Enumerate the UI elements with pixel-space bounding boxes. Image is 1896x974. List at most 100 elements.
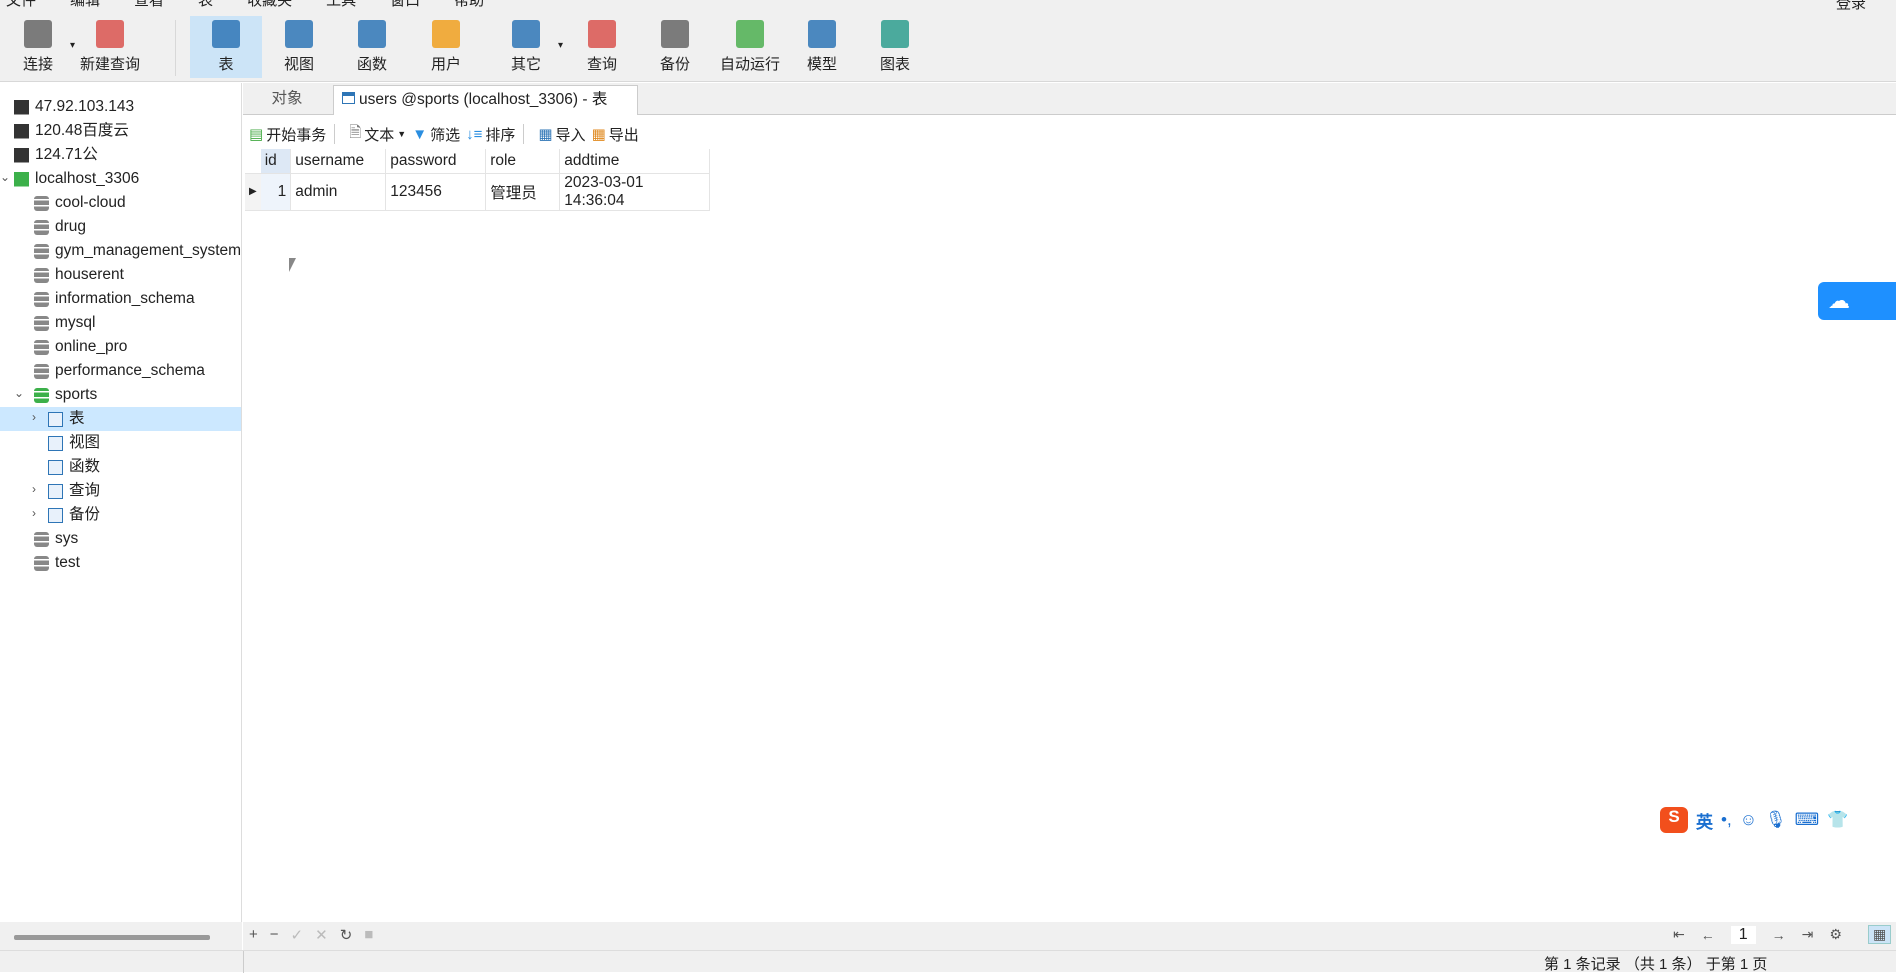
- apply-icon[interactable]: ✓: [291, 926, 304, 944]
- toolbar-button-function[interactable]: 函数: [336, 16, 408, 78]
- toolbar-button-new-query[interactable]: 新建查询: [74, 16, 146, 78]
- filter-button[interactable]: ▼ 筛选: [412, 124, 460, 145]
- tree-item[interactable]: sports: [34, 383, 97, 407]
- menu-item[interactable]: 查看: [128, 0, 192, 10]
- column-header-username[interactable]: username: [290, 149, 387, 174]
- chevron-down-icon[interactable]: ⌄: [0, 170, 10, 184]
- sidebar-scrollbar[interactable]: [0, 922, 242, 950]
- chevron-right-icon[interactable]: ›: [32, 506, 36, 520]
- table-toolbar: ▤ 开始事务 🗎 文本 ▼ ▼ 筛选 ↓≡ 排序 ▦ 导入 ▦ 导出: [243, 119, 1896, 149]
- cell-password[interactable]: 123456: [385, 173, 487, 211]
- tree-item[interactable]: localhost_3306: [14, 167, 139, 191]
- toolbar-button-tools[interactable]: 其它: [490, 16, 562, 78]
- refresh-icon[interactable]: ↻: [340, 926, 353, 944]
- settings-icon[interactable]: ⚙: [1829, 926, 1842, 943]
- tables-icon: [48, 411, 63, 427]
- tree-item[interactable]: houserent: [34, 263, 124, 287]
- chevron-down-icon[interactable]: ⌄: [14, 386, 24, 400]
- tree-item[interactable]: test: [34, 551, 80, 575]
- table-icon: [342, 92, 355, 104]
- dropdown-arrow-icon[interactable]: ▾: [558, 40, 563, 51]
- skin-icon[interactable]: 👕: [1827, 810, 1848, 830]
- toolbar-button-model[interactable]: 模型: [786, 16, 858, 78]
- column-header-id[interactable]: id: [260, 149, 292, 174]
- page-input[interactable]: 1: [1730, 925, 1756, 944]
- tab-users-table[interactable]: users @sports (localhost_3306) - 表: [333, 85, 638, 115]
- menu-item[interactable]: 收藏夹: [241, 0, 320, 10]
- menu-item[interactable]: 文件: [0, 0, 64, 10]
- tree-item[interactable]: 47.92.103.143: [14, 95, 134, 119]
- tree-item[interactable]: 124.71公: [14, 143, 98, 167]
- toolbar-button-view[interactable]: 视图: [263, 16, 335, 78]
- toolbar-button-table[interactable]: 表: [190, 16, 262, 78]
- tree-item[interactable]: online_pro: [34, 335, 127, 359]
- cancel-icon[interactable]: ✕: [315, 926, 328, 944]
- toolbar-button-query[interactable]: 查询: [566, 16, 638, 78]
- next-page-icon[interactable]: →: [1772, 927, 1786, 943]
- cell-role[interactable]: 管理员: [485, 173, 561, 211]
- tree-item[interactable]: drug: [34, 215, 86, 239]
- microphone-icon[interactable]: 🎙: [1765, 810, 1787, 830]
- row-indicator-header: [245, 149, 261, 174]
- sort-icon: ↓≡: [466, 125, 483, 143]
- punctuation-icon[interactable]: •,: [1721, 810, 1732, 830]
- cell-id[interactable]: 1: [260, 173, 292, 211]
- tree-item[interactable]: cool-cloud: [34, 191, 126, 215]
- db-icon: [34, 291, 49, 307]
- menu-item[interactable]: 编辑: [64, 0, 128, 10]
- delete-record-icon[interactable]: −: [270, 926, 279, 944]
- ime-language[interactable]: 英: [1696, 808, 1713, 833]
- chevron-right-icon[interactable]: ›: [32, 482, 36, 496]
- cell-username[interactable]: admin: [290, 173, 387, 211]
- emoji-icon[interactable]: ☺: [1740, 810, 1757, 830]
- table-row[interactable]: ▶ 1 admin 123456 管理员 2023-03-01 14:36:04: [245, 173, 711, 211]
- text-button[interactable]: 🗎 文本 ▼: [349, 122, 406, 147]
- tab-objects[interactable]: 对象: [243, 85, 331, 115]
- column-header-role[interactable]: role: [485, 149, 561, 174]
- sort-button[interactable]: ↓≡ 排序: [466, 124, 515, 145]
- menu-item[interactable]: 窗口: [384, 0, 448, 10]
- db-icon: [34, 267, 49, 283]
- toolbar-button-connect[interactable]: 连接: [2, 16, 74, 78]
- db-icon: [34, 315, 49, 331]
- chevron-right-icon[interactable]: ›: [32, 410, 36, 424]
- grid-view-icon[interactable]: ▦: [1867, 925, 1892, 944]
- db-icon: [34, 195, 49, 211]
- import-button[interactable]: ▦ 导入: [538, 124, 585, 145]
- view-icon: [285, 20, 313, 48]
- tree-item[interactable]: 表: [0, 407, 241, 431]
- first-page-icon[interactable]: ⇤: [1673, 926, 1685, 943]
- toolbar-button-chart[interactable]: 图表: [859, 16, 931, 78]
- current-row-indicator-icon: ▶: [245, 173, 261, 211]
- toolbar-button-schedule[interactable]: 自动运行: [714, 16, 786, 78]
- toolbar-button-backup[interactable]: 备份: [639, 16, 711, 78]
- floating-cloud-widget[interactable]: ☁: [1818, 282, 1896, 320]
- tree-item[interactable]: 120.48百度云: [14, 119, 129, 143]
- column-header-addtime[interactable]: addtime: [559, 149, 711, 174]
- tree-item[interactable]: information_schema: [34, 287, 195, 311]
- tree-item[interactable]: gym_management_system: [34, 239, 241, 263]
- tree-item[interactable]: performance_schema: [34, 359, 205, 383]
- tree-item[interactable]: 视图: [48, 431, 100, 455]
- begin-transaction-button[interactable]: ▤ 开始事务: [249, 124, 326, 145]
- menu-item[interactable]: 表: [192, 0, 241, 10]
- server-icon: [14, 123, 29, 139]
- cell-addtime[interactable]: 2023-03-01 14:36:04: [559, 173, 711, 211]
- ime-toolbar[interactable]: S 英 •, ☺ 🎙 ⌨ 👕: [1656, 804, 1896, 836]
- tree-item[interactable]: 查询: [48, 479, 100, 503]
- stop-icon[interactable]: ■: [364, 926, 373, 944]
- tree-item[interactable]: 函数: [48, 455, 100, 479]
- tree-item[interactable]: mysql: [34, 311, 95, 335]
- column-header-password[interactable]: password: [385, 149, 487, 174]
- add-record-icon[interactable]: +: [249, 926, 258, 944]
- export-button[interactable]: ▦ 导出: [592, 124, 639, 145]
- last-page-icon[interactable]: ⇥: [1802, 926, 1814, 943]
- toolbar-button-user[interactable]: 用户: [410, 16, 482, 78]
- tree-item[interactable]: sys: [34, 527, 78, 551]
- menu-item[interactable]: 工具: [320, 0, 384, 10]
- keyboard-icon[interactable]: ⌨: [1795, 810, 1820, 830]
- menu-item[interactable]: 帮助: [448, 0, 512, 10]
- prev-page-icon[interactable]: ←: [1701, 927, 1715, 943]
- tree-item[interactable]: 备份: [48, 503, 100, 527]
- server-icon: [14, 99, 29, 115]
